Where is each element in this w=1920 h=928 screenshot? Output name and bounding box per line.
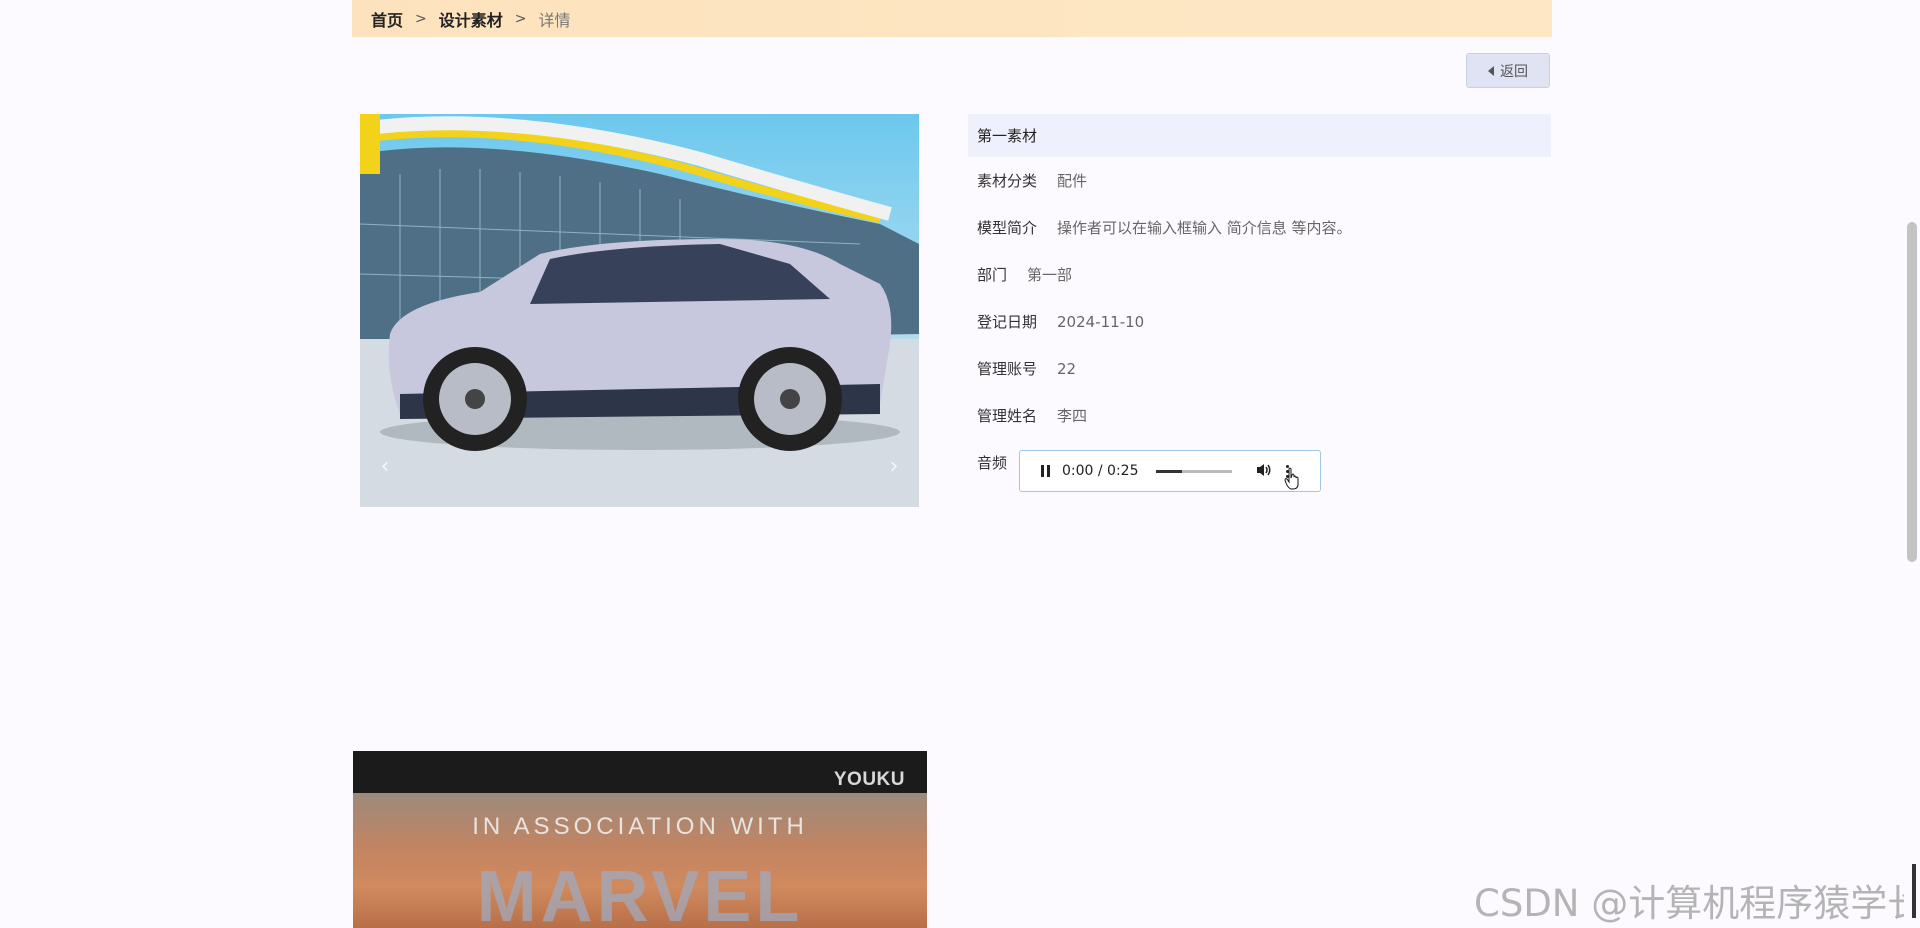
info-label: 音频 xyxy=(977,454,1008,472)
breadcrumb-home-link[interactable]: 首页 xyxy=(371,7,403,31)
info-label: 管理账号 xyxy=(977,360,1038,378)
info-value: 李四 xyxy=(1057,407,1088,425)
material-title: 第一素材 xyxy=(968,114,1551,157)
youku-logo: YOUKU xyxy=(833,769,905,790)
breadcrumb: 首页 > 设计素材 > 详情 xyxy=(352,0,1552,37)
info-row-date: 登记日期 2024-11-10 xyxy=(977,311,1144,332)
info-row-manager-name: 管理姓名 李四 xyxy=(977,405,1087,426)
video-caption: IN ASSOCIATION WITH xyxy=(472,813,808,840)
watermark: CSDN @计算机程序猿学长 xyxy=(1474,882,1920,925)
carousel-next-icon[interactable]: › xyxy=(879,451,909,481)
info-row-category: 素材分类 配件 xyxy=(977,170,1087,191)
info-row-intro: 模型简介 操作者可以在输入框输入 简介信息 等内容。 xyxy=(977,217,1352,238)
car-image xyxy=(360,114,919,507)
video-player[interactable]: YOUKU IN ASSOCIATION WITH MARVEL xyxy=(353,751,927,928)
pause-icon[interactable] xyxy=(1041,465,1050,477)
audio-time: 0:00 / 0:25 xyxy=(1062,463,1139,479)
scrollbar-thumb[interactable] xyxy=(1907,222,1917,562)
back-button[interactable]: 返回 xyxy=(1466,53,1550,88)
info-label: 部门 xyxy=(977,266,1008,284)
breadcrumb-separator: > xyxy=(415,10,427,27)
caret-left-icon xyxy=(1488,65,1494,76)
info-row-department: 部门 第一部 xyxy=(977,264,1072,285)
info-value: 2024-11-10 xyxy=(1057,312,1145,331)
info-value: 第一部 xyxy=(1027,266,1073,284)
breadcrumb-current: 详情 xyxy=(538,10,571,30)
carousel-prev-icon[interactable]: ‹ xyxy=(370,451,400,481)
info-row-account: 管理账号 22 xyxy=(977,358,1076,379)
audio-player[interactable]: 0:00 / 0:25 xyxy=(1019,450,1321,492)
image-carousel[interactable]: ‹ › xyxy=(360,114,919,507)
scrollbar[interactable] xyxy=(1904,0,1920,928)
back-button-label: 返回 xyxy=(1500,63,1528,80)
breadcrumb-separator: > xyxy=(514,10,527,27)
hand-cursor-icon xyxy=(1284,467,1299,490)
info-label: 素材分类 xyxy=(977,172,1038,190)
audio-progress-slider[interactable] xyxy=(1155,469,1232,473)
volume-icon[interactable] xyxy=(1256,462,1272,481)
info-value: 22 xyxy=(1057,359,1077,378)
scrollbar-edge xyxy=(1912,864,1916,918)
info-value: 配件 xyxy=(1057,172,1088,190)
breadcrumb-section-link[interactable]: 设计素材 xyxy=(439,7,503,31)
info-label: 管理姓名 xyxy=(977,407,1038,425)
info-value: 操作者可以在输入框输入 简介信息 等内容。 xyxy=(1057,219,1352,237)
info-label: 登记日期 xyxy=(977,313,1038,331)
info-label: 模型简介 xyxy=(977,219,1038,237)
video-big-text: MARVEL xyxy=(476,857,804,928)
